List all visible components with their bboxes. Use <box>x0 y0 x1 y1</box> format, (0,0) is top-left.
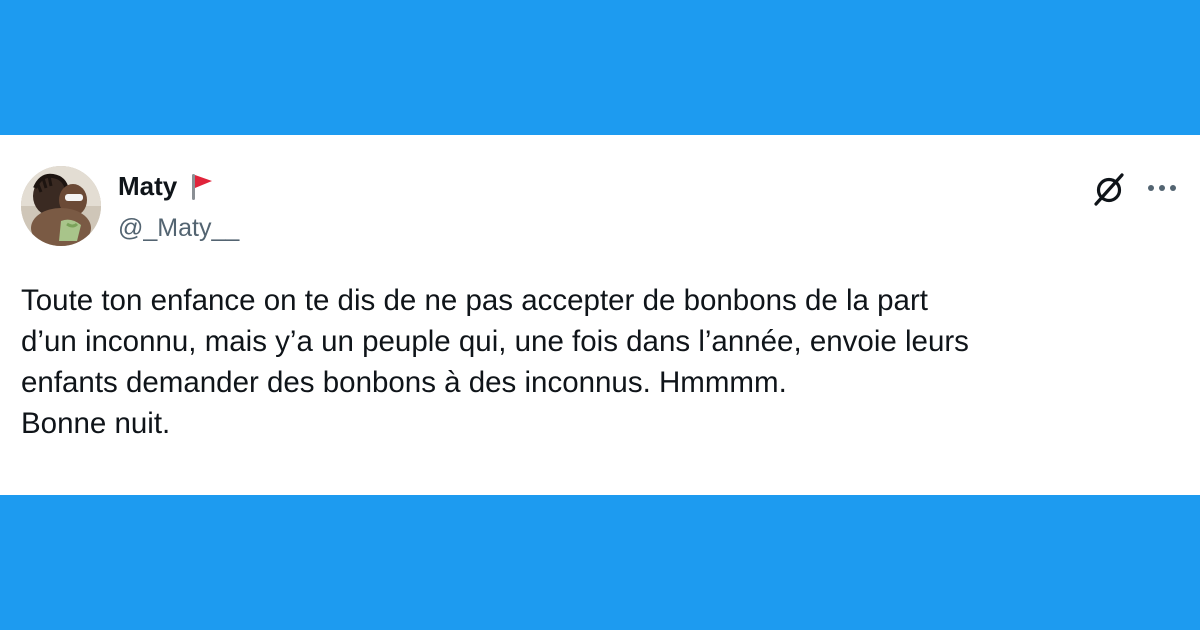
avatar-photo <box>21 166 101 246</box>
red-flag-icon <box>187 171 215 201</box>
image-frame: Maty @_Maty__ Toute ton enfance on te di… <box>0 0 1200 630</box>
more-options-icon[interactable] <box>1144 176 1180 200</box>
avatar[interactable] <box>21 166 101 246</box>
grok-icon[interactable] <box>1090 170 1128 208</box>
author-handle[interactable]: @_Maty__ <box>118 213 239 243</box>
author-display-name[interactable]: Maty <box>118 170 177 202</box>
tweet-text: Toute ton enfance on te dis de ne pas ac… <box>21 284 969 440</box>
author-name-row[interactable]: Maty <box>118 170 215 202</box>
